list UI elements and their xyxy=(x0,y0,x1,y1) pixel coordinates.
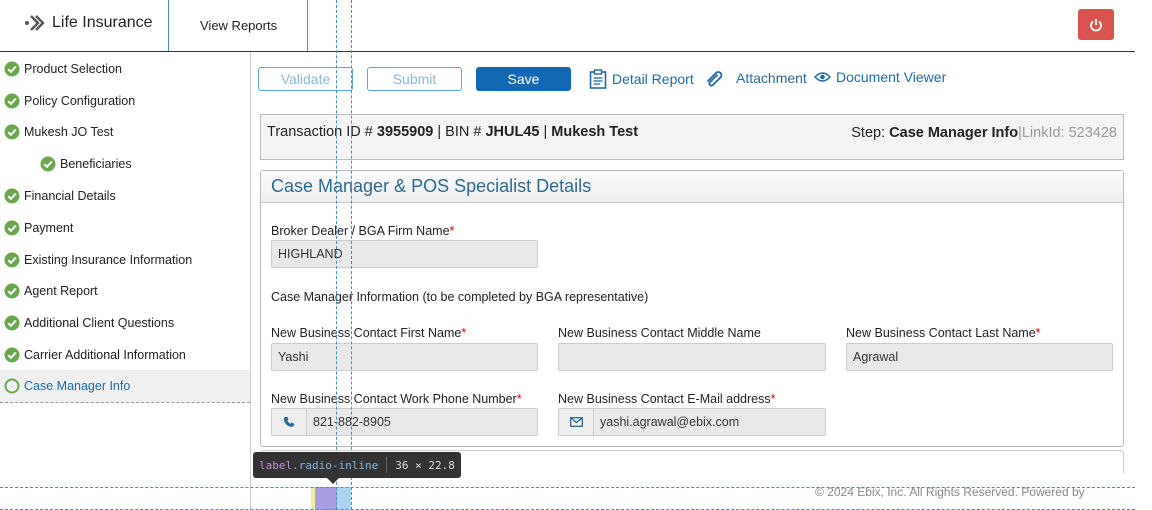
email-addon xyxy=(559,409,594,435)
devtools-tooltip: label .radio-inline 36 × 22.8 xyxy=(253,452,461,478)
devtools-guide-line xyxy=(351,0,352,510)
logout-button[interactable] xyxy=(1078,9,1114,40)
tooltip-separator xyxy=(386,457,388,473)
sidebar-item-financial-details[interactable]: Financial Details xyxy=(0,180,250,212)
link-id: 523428 xyxy=(1068,125,1117,141)
sidebar-item-payment[interactable]: Payment xyxy=(0,212,250,244)
step-info: Step: Case Manager Info|LinkId: 523428 xyxy=(851,125,1117,141)
bin-prefix: | BIN # xyxy=(437,124,482,140)
power-icon xyxy=(1090,18,1102,31)
middle-name-input[interactable] xyxy=(558,343,826,371)
document-viewer-label: Document Viewer xyxy=(836,69,947,85)
sidebar-item-label: Policy Configuration xyxy=(24,94,136,108)
sidebar-item-case-manager-info[interactable]: Case Manager Info xyxy=(0,370,250,403)
check-circle-icon xyxy=(4,252,20,268)
check-circle-icon xyxy=(4,220,20,236)
tooltip-class: .radio-inline xyxy=(292,458,379,472)
sidebar-item-label: Case Manager Info xyxy=(24,379,131,393)
envelope-icon xyxy=(569,417,583,427)
panel-title: Case Manager & POS Specialist Details xyxy=(261,171,1123,203)
email-label: New Business Contact E-Mail address* xyxy=(558,392,776,406)
last-name-input[interactable]: Agrawal xyxy=(846,343,1113,371)
app-logo[interactable]: Life Insurance xyxy=(24,12,153,34)
sidebar-item-policy-configuration[interactable]: Policy Configuration xyxy=(0,85,250,117)
last-name-label: New Business Contact Last Name* xyxy=(846,326,1041,340)
transaction-id: 3955909 xyxy=(376,124,434,140)
step-name: Case Manager Info xyxy=(889,125,1019,141)
check-circle-icon xyxy=(4,188,20,204)
sidebar-item-label: Product Selection xyxy=(24,62,122,76)
header-divider xyxy=(307,0,308,51)
sidebar-item-carrier-additional-info[interactable]: Carrier Additional Information xyxy=(0,339,250,371)
devtools-padding-highlight xyxy=(337,487,351,510)
phone-input[interactable]: 821-882-8905 xyxy=(271,408,538,436)
sidebar-item-label: Agent Report xyxy=(24,284,98,298)
sidebar-item-label: Carrier Additional Information xyxy=(24,348,186,362)
sidebar-item-beneficiaries[interactable]: Beneficiaries xyxy=(0,148,250,180)
view-reports-link[interactable]: View Reports xyxy=(200,18,277,33)
first-name-input[interactable]: Yashi xyxy=(271,343,538,371)
sidebar-nav: Product Selection Policy Configuration M… xyxy=(0,52,251,510)
phone-addon xyxy=(272,409,307,435)
sidebar-item-additional-client-questions[interactable]: Additional Client Questions xyxy=(0,307,250,339)
check-circle-icon xyxy=(4,315,20,331)
check-circle-icon xyxy=(4,283,20,299)
transaction-id-prefix: Transaction ID # xyxy=(267,124,373,140)
phone-icon xyxy=(284,417,294,427)
first-name-label: New Business Contact First Name* xyxy=(271,326,467,340)
header-divider xyxy=(168,0,169,51)
attachment-link[interactable]: Attachment xyxy=(705,69,807,87)
check-circle-icon xyxy=(4,124,20,140)
separator: | xyxy=(543,124,548,140)
sidebar-item-product-selection[interactable]: Product Selection xyxy=(0,53,250,85)
sidebar-item-label: Financial Details xyxy=(24,189,116,203)
submit-button[interactable]: Submit xyxy=(367,67,462,91)
transaction-bar: Transaction ID # 3955909 | BIN # JHUL45 … xyxy=(260,114,1124,160)
email-input[interactable]: yashi.agrawal@ebix.com xyxy=(558,408,826,436)
sidebar-item-mukesh-jo-test[interactable]: Mukesh JO Test xyxy=(0,116,250,148)
sidebar-item-label: Beneficiaries xyxy=(60,157,132,171)
broker-input[interactable]: HIGHLAND xyxy=(271,240,538,268)
check-circle-icon xyxy=(4,93,20,109)
attachment-label: Attachment xyxy=(736,70,807,86)
step-prefix: Step: xyxy=(851,125,886,141)
sidebar-item-label: Mukesh JO Test xyxy=(24,125,114,139)
check-circle-icon xyxy=(4,347,20,363)
paperclip-icon xyxy=(707,71,723,87)
devtools-guide-line xyxy=(336,0,337,510)
sidebar-item-label: Additional Client Questions xyxy=(24,316,175,330)
document-viewer-link[interactable]: Document Viewer xyxy=(814,69,946,85)
phone-label: New Business Contact Work Phone Number* xyxy=(271,392,522,406)
middle-name-label: New Business Contact Middle Name xyxy=(558,326,761,340)
tooltip-size: 36 × 22.8 xyxy=(395,458,455,472)
detail-report-label: Detail Report xyxy=(612,71,694,87)
app-header: Life Insurance View Reports xyxy=(0,0,1135,52)
clipboard-icon xyxy=(589,69,607,89)
sidebar-item-label: Existing Insurance Information xyxy=(24,253,193,267)
validate-button[interactable]: Validate xyxy=(258,67,353,91)
save-button[interactable]: Save xyxy=(476,67,571,91)
sidebar-item-existing-insurance[interactable]: Existing Insurance Information xyxy=(0,244,250,276)
transaction-info: Transaction ID # 3955909 | BIN # JHUL45 … xyxy=(267,124,638,140)
app-title: Life Insurance xyxy=(52,14,153,31)
detail-report-link[interactable]: Detail Report xyxy=(589,69,694,89)
logo-chevron-icon xyxy=(25,15,45,31)
section-note: Case Manager Information (to be complete… xyxy=(271,290,649,304)
bin-value: JHUL45 xyxy=(485,124,540,140)
sidebar-item-label: Payment xyxy=(24,221,74,235)
tooltip-arrow xyxy=(327,478,339,484)
link-id-prefix: |LinkId: xyxy=(1018,125,1065,141)
eye-icon xyxy=(814,72,831,82)
check-circle-icon xyxy=(40,156,56,172)
devtools-guide-line xyxy=(0,487,1135,488)
check-circle-icon xyxy=(4,61,20,77)
client-name: Mukesh Test xyxy=(551,124,639,140)
progress-circle-icon xyxy=(4,378,20,394)
broker-label: Broker Dealer / BGA Firm Name* xyxy=(271,224,455,238)
sidebar-item-agent-report[interactable]: Agent Report xyxy=(0,275,250,307)
tooltip-tag: label xyxy=(259,458,293,472)
devtools-element-highlight xyxy=(315,487,337,510)
